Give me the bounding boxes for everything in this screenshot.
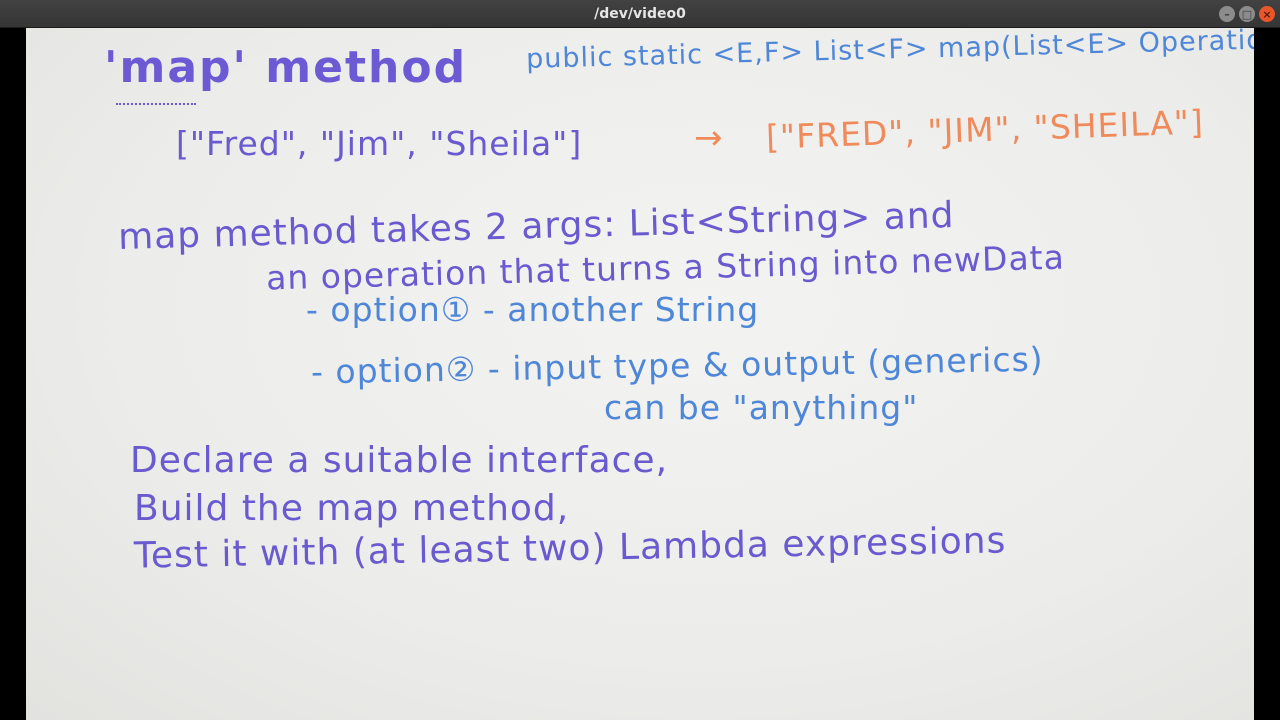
note-line-option-1: - option① - another String <box>306 290 760 329</box>
note-line-option-2-cont: can be "anything" <box>604 388 919 427</box>
method-signature: public static <E,F> List<F> map(List<E> … <box>525 28 1254 75</box>
board-heading: 'map' method <box>104 42 468 93</box>
video-player-window: /dev/video0 – □ × 'map' method public st… <box>0 0 1280 720</box>
whiteboard: 'map' method public static <E,F> List<F>… <box>26 28 1254 720</box>
maximize-icon[interactable]: □ <box>1239 6 1255 22</box>
task-line-1: Declare a suitable interface, <box>130 440 669 481</box>
task-line-2: Build the map method, <box>134 488 570 529</box>
example-output: ["FRED", "JIM", "SHEILA"] <box>765 102 1205 157</box>
note-line-option-2: - option② - input type & output (generic… <box>310 339 1044 392</box>
close-icon[interactable]: × <box>1259 6 1275 22</box>
title-bar[interactable]: /dev/video0 – □ × <box>0 0 1280 28</box>
heading-underline <box>116 103 196 105</box>
arrow-icon: → <box>694 118 724 158</box>
example-input: ["Fred", "Jim", "Sheila"] <box>176 124 583 163</box>
window-title: /dev/video0 <box>594 6 686 22</box>
minimize-icon[interactable]: – <box>1219 6 1235 22</box>
video-frame: 'map' method public static <E,F> List<F>… <box>0 28 1280 720</box>
